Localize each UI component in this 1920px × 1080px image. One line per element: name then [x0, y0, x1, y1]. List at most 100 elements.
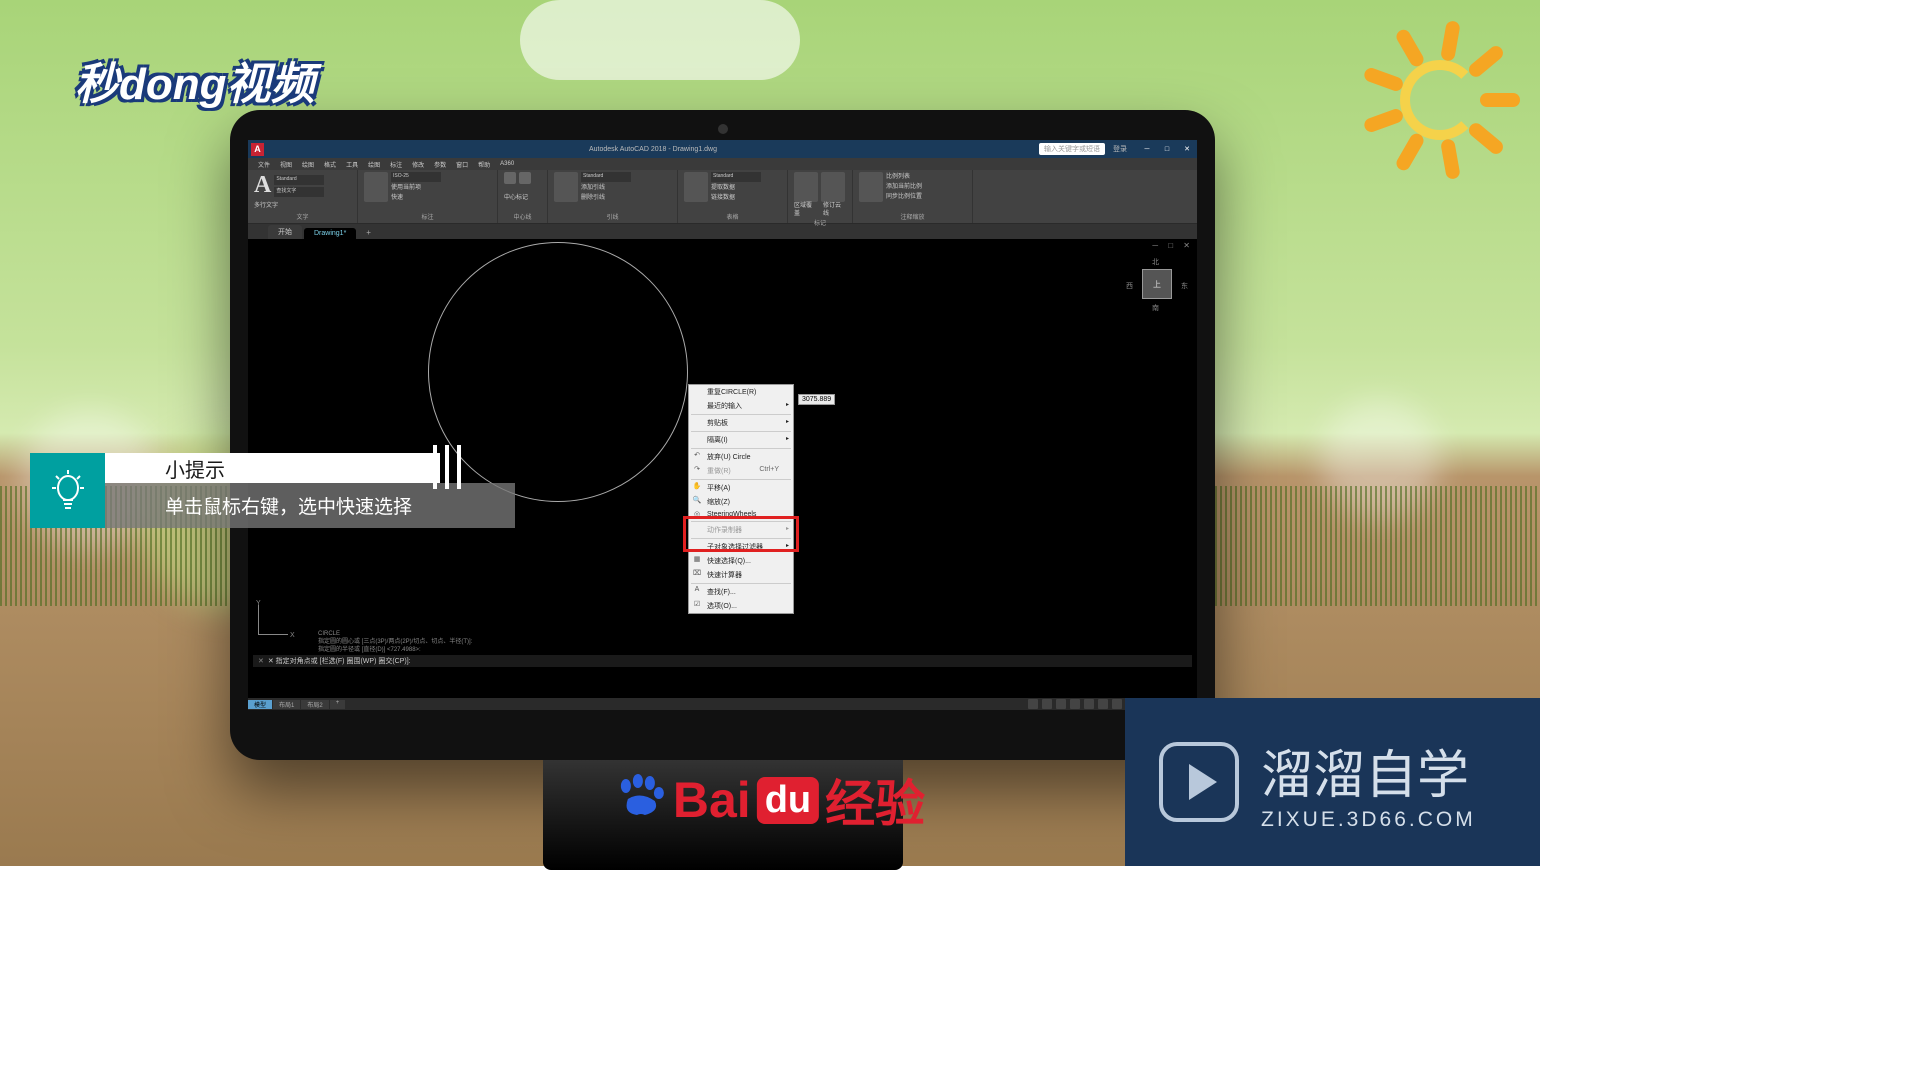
menu-item[interactable]: 标注 — [390, 160, 402, 169]
zixue-title: 溜溜自学 — [1261, 733, 1476, 808]
tip-text: 单击鼠标右键，选中快速选择 — [105, 483, 515, 528]
command-line[interactable]: CIRCLE 指定圆的圆心或 [三点(3P)/两点(2P)/切点、切点、半径(T… — [248, 630, 1197, 658]
leader-remove[interactable]: 删除引线 — [581, 194, 631, 202]
lightbulb-icon — [30, 453, 105, 528]
context-menu-item[interactable]: 最近的输入 — [689, 399, 793, 413]
tutorial-highlight-box — [683, 516, 799, 552]
minimize-icon[interactable]: ─ — [1137, 140, 1157, 158]
addscale-icon[interactable] — [859, 172, 883, 202]
status-icon[interactable] — [1112, 699, 1122, 709]
panel-label-mark: 标记 — [794, 218, 846, 227]
panel-label-center: 中心线 — [504, 212, 541, 221]
menu-item[interactable]: 工具 — [346, 160, 358, 169]
dim-use-current[interactable]: 使用当前项 — [391, 184, 441, 192]
leader-add[interactable]: 添加引线 — [581, 184, 631, 192]
menu-item[interactable]: A360 — [500, 161, 514, 167]
table-link[interactable]: 链接数据 — [711, 194, 761, 202]
menu-item[interactable]: 文件 — [258, 160, 270, 169]
viewcube-top[interactable]: 上 — [1142, 269, 1172, 299]
status-icon[interactable] — [1084, 699, 1094, 709]
scale-sync[interactable]: 同步比例位置 — [886, 193, 922, 201]
menu-item[interactable]: 参数 — [434, 160, 446, 169]
viewcube[interactable]: 北 西 东 南 上 — [1132, 259, 1182, 329]
tab-layout2[interactable]: 布局2 — [301, 700, 328, 709]
ucs-icon: X Y — [258, 595, 298, 635]
status-icon[interactable] — [1042, 699, 1052, 709]
status-bar: 模型 布局1 布局2 + — [248, 698, 1197, 710]
context-menu-item[interactable]: 重做(R)↷Ctrl+Y — [689, 464, 793, 478]
leader-icon[interactable] — [554, 172, 578, 202]
tab-layout1[interactable]: 布局1 — [273, 700, 300, 709]
revcloud-icon[interactable] — [821, 172, 845, 202]
context-menu-item[interactable]: 隔离(I) — [689, 433, 793, 447]
baidu-jingyan-logo: Baidu 经验 — [615, 764, 925, 836]
context-menu-item[interactable]: 快速计算器⌧ — [689, 568, 793, 582]
menu-item[interactable]: 修改 — [412, 160, 424, 169]
context-menu-item[interactable]: 剪贴板 — [689, 416, 793, 430]
dim-style-dropdown[interactable]: ISO-25 — [391, 172, 441, 182]
tutorial-tip-overlay: 小提示 单击鼠标右键，选中快速选择 — [30, 453, 515, 528]
panel-label-scale: 注释缩放 — [859, 212, 966, 221]
center-mark-label[interactable]: 中心标记 — [504, 194, 541, 202]
zixue-url: ZIXUE.3D66.COM — [1261, 808, 1476, 832]
context-menu-item[interactable]: 平移(A)✋ — [689, 481, 793, 495]
panel-label-dim: 标注 — [364, 212, 491, 221]
menu-bar: 文件 视图 绘图 格式 工具 绘图 标注 修改 参数 窗口 帮助 A360 — [248, 158, 1197, 170]
centermark-icon[interactable] — [504, 172, 516, 184]
scale-list[interactable]: 比例列表 — [886, 173, 922, 181]
multiline-text[interactable]: 多行文字 — [254, 202, 351, 210]
paw-icon — [615, 773, 667, 828]
context-menu-item[interactable]: 放弃(U) Circle↶ — [689, 450, 793, 464]
table-extract[interactable]: 提取数据 — [711, 184, 761, 192]
sun-decoration — [1370, 30, 1510, 170]
tab-start[interactable]: 开始 — [268, 225, 302, 239]
dim-quick[interactable]: 快速 — [391, 194, 441, 202]
menu-item[interactable]: 绘图 — [368, 160, 380, 169]
play-icon — [1159, 742, 1239, 822]
cmd-close-icon[interactable]: ✕ — [258, 657, 264, 665]
cursor-tooltip: 3075.889 — [798, 394, 835, 405]
text-style-dropdown[interactable]: Standard — [274, 175, 324, 185]
drawing-tabs: 开始 Drawing1* + — [248, 224, 1197, 239]
tab-layout-add[interactable]: + — [330, 700, 346, 709]
context-menu: 重复CIRCLE(R)最近的输入剪贴板隔离(I) 放弃(U) Circle↶重做(… — [688, 384, 794, 614]
leader-style-dropdown[interactable]: Standard — [581, 172, 631, 182]
find-text-dropdown[interactable]: 查找文字 — [274, 187, 324, 197]
dimension-icon[interactable] — [364, 172, 388, 202]
cmd-input[interactable]: ✕ ✕ 指定对角点或 [栏选(F) 圈围(WP) 圈交(CP)]: — [253, 655, 1192, 667]
centerline-icon[interactable] — [519, 172, 531, 184]
maximize-icon[interactable]: □ — [1157, 140, 1177, 158]
app-icon[interactable]: A — [251, 143, 264, 156]
panel-label-table: 表格 — [684, 212, 781, 221]
menu-item[interactable]: 帮助 — [478, 160, 490, 169]
window-title: Autodesk AutoCAD 2018 - Drawing1.dwg — [267, 146, 1039, 153]
status-icon[interactable] — [1070, 699, 1080, 709]
close-icon[interactable]: ✕ — [1177, 140, 1197, 158]
table-icon[interactable] — [684, 172, 708, 202]
wipeout-icon[interactable] — [794, 172, 818, 202]
menu-item[interactable]: 视图 — [280, 160, 292, 169]
tab-new[interactable]: + — [358, 226, 379, 239]
tab-drawing1[interactable]: Drawing1* — [304, 228, 356, 239]
webcam-dot — [718, 124, 728, 134]
text-tool-icon[interactable]: A — [254, 172, 271, 199]
menu-item[interactable]: 窗口 — [456, 160, 468, 169]
panel-label-leader: 引线 — [554, 212, 671, 221]
scale-add[interactable]: 添加当前比例 — [886, 183, 922, 191]
canvas-window-controls[interactable]: ─ □ ✕ — [1152, 241, 1194, 250]
status-icon[interactable] — [1098, 699, 1108, 709]
menu-item[interactable]: 格式 — [324, 160, 336, 169]
context-menu-item[interactable]: 查找(F)...A — [689, 585, 793, 599]
user-label[interactable]: 登录 — [1113, 144, 1127, 154]
context-menu-item[interactable]: 缩放(Z)🔍 — [689, 495, 793, 509]
table-style-dropdown[interactable]: Standard — [711, 172, 761, 182]
tab-model[interactable]: 模型 — [248, 700, 272, 709]
context-menu-item[interactable]: 选项(O)...☑ — [689, 599, 793, 613]
status-icon[interactable] — [1056, 699, 1066, 709]
tip-title: 小提示 — [105, 453, 440, 483]
context-menu-item[interactable]: 重复CIRCLE(R) — [689, 385, 793, 399]
status-icon[interactable] — [1028, 699, 1038, 709]
context-menu-item[interactable]: 快速选择(Q)...▦ — [689, 554, 793, 568]
help-search[interactable]: 输入关键字或短语 — [1039, 143, 1105, 155]
menu-item[interactable]: 绘图 — [302, 160, 314, 169]
